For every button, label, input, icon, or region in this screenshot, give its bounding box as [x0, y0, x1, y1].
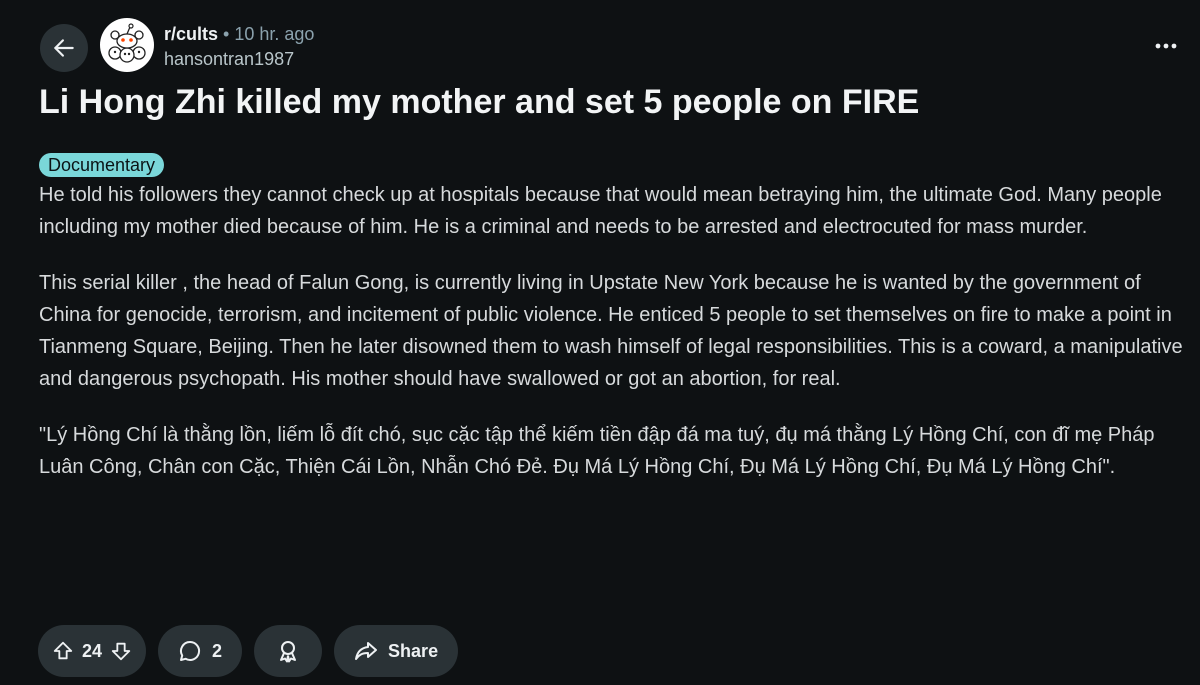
post-paragraph: He told his followers they cannot check …: [39, 184, 1162, 238]
award-button[interactable]: [254, 625, 323, 677]
vote-control: 24: [38, 625, 147, 677]
meta-separator: •: [223, 24, 230, 44]
downvote-button[interactable]: [110, 640, 132, 662]
vote-count: 24: [82, 640, 103, 661]
upvote-button[interactable]: [52, 640, 74, 662]
post-meta: r/cults • 10 hr. ago: [164, 23, 314, 45]
post-title: Li Hong Zhi killed my mother and set 5 p…: [39, 83, 920, 121]
arrow-left-icon: [54, 39, 74, 57]
post-paragraph: "Lý Hồng Chí là thằng lồn, liếm lỗ đít c…: [39, 424, 1155, 478]
upvote-arrow-icon: [53, 641, 73, 660]
post-time: 10 hr. ago: [234, 24, 315, 44]
author-name[interactable]: hansontran1987: [164, 48, 294, 70]
post-body: He told his followers they cannot check …: [39, 179, 1191, 507]
share-arrow-icon: [355, 642, 378, 660]
subreddit-avatar[interactable]: [100, 18, 154, 72]
more-horizontal-icon: [1155, 43, 1177, 49]
share-button[interactable]: Share: [334, 625, 459, 677]
more-options-button[interactable]: [1150, 32, 1182, 60]
post-actions: 24 2 Share: [38, 625, 459, 677]
post-paragraph: This serial killer , the head of Falun G…: [39, 272, 1183, 390]
comments-button[interactable]: 2: [158, 625, 243, 677]
downvote-arrow-icon: [111, 642, 131, 661]
comment-count: 2: [212, 640, 223, 661]
subreddit-name[interactable]: r/cults: [164, 24, 218, 44]
back-button[interactable]: [40, 24, 88, 72]
award-icon: [280, 641, 297, 663]
share-label: Share: [388, 640, 439, 661]
comment-bubble-icon: [180, 640, 201, 661]
reddit-snoo-icon: [102, 20, 152, 70]
post-flair[interactable]: Documentary: [39, 153, 165, 177]
